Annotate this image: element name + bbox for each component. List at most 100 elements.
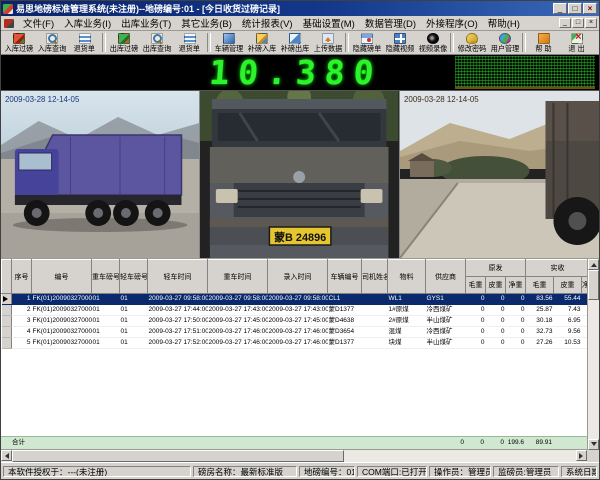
- cell: 2009-03-27 17:45:00: [208, 316, 268, 327]
- cell: 25.87: [526, 305, 554, 316]
- cell: 半山煤矿: [426, 338, 466, 349]
- status-segment-2: 地磅编号：01: [299, 466, 355, 477]
- toolbar-button-hide-ticket[interactable]: 隐藏磅单: [350, 31, 383, 54]
- toolbar-button-weigh-out[interactable]: 出库过磅: [107, 31, 140, 54]
- menu-item-4[interactable]: 统计报表(V): [237, 16, 298, 30]
- cell: 0: [486, 305, 506, 316]
- document-icon: [4, 19, 14, 28]
- scroll-right-button[interactable]: [576, 450, 587, 461]
- total-bar: 合计000199.689.91: [1, 436, 587, 449]
- cell: 7.43: [554, 305, 582, 316]
- horizontal-scroll-thumb[interactable]: [12, 450, 344, 462]
- vertical-scroll-thumb[interactable]: [588, 270, 599, 300]
- menu-item-5[interactable]: 基础设置(M): [298, 16, 360, 30]
- maximize-button[interactable]: □: [568, 3, 582, 14]
- col-orig-gross[interactable]: 毛重: [466, 277, 486, 294]
- toolbar-button-makeup-in[interactable]: 补磅入库: [245, 31, 278, 54]
- toolbar-button-query[interactable]: 出库查询: [140, 31, 173, 54]
- help-icon: [538, 33, 550, 44]
- app-window: 易思地磅标准管理系统(未注册)--地磅编号:01 - [今日收货过磅记录] _ …: [0, 0, 600, 480]
- toolbar-button-weigh-in[interactable]: 入库过磅: [2, 31, 35, 54]
- col-id[interactable]: 编号: [32, 260, 92, 294]
- col-recv-tare[interactable]: 皮重: [554, 277, 582, 294]
- total-cell: [147, 437, 207, 448]
- table-row[interactable]: 1FK(01)2009032700000101012009-03-27 09:5…: [2, 294, 588, 305]
- cell: 2009-03-27 17:51:00: [148, 327, 208, 338]
- total-label: 合计: [11, 437, 31, 448]
- child-close-button[interactable]: ×: [585, 18, 597, 28]
- toolbar-button-return-note[interactable]: 退货单: [173, 31, 206, 54]
- menu-item-3[interactable]: 其它业务(B): [176, 16, 237, 30]
- close-button[interactable]: ×: [583, 3, 597, 14]
- col-heavy-scale[interactable]: 重车磅号: [92, 260, 120, 294]
- child-minimize-button[interactable]: _: [559, 18, 571, 28]
- menu-item-8[interactable]: 帮助(H): [483, 16, 525, 30]
- col-heavy-time[interactable]: 重车时间: [208, 260, 268, 294]
- toolbar-button-label: 退货单: [74, 45, 95, 53]
- table-row[interactable]: 2FK(01)2009032700000201012009-03-27 17:4…: [2, 305, 588, 316]
- toolbar-button-upload[interactable]: 上传数据: [311, 31, 344, 54]
- cell: 6.95: [554, 316, 582, 327]
- table-row[interactable]: 4FK(01)2009032700000401012009-03-27 17:5…: [2, 327, 588, 338]
- cell: 01: [92, 294, 120, 305]
- camera1-timestamp: 2009-03-28 12-14-05: [5, 95, 80, 104]
- toolbar-button-label: 上传数据: [313, 45, 342, 53]
- col-supplier[interactable]: 供应商: [426, 260, 466, 294]
- minimize-button[interactable]: _: [553, 3, 567, 14]
- toolbar-button-query[interactable]: 入库查询: [35, 31, 68, 54]
- col-recv-gross[interactable]: 毛重: [526, 277, 554, 294]
- cell: 0: [506, 305, 526, 316]
- toolbar-button-label: 出库过磅: [109, 45, 138, 53]
- col-orig-net[interactable]: 净重: [506, 277, 526, 294]
- toolbar-separator: [102, 33, 106, 52]
- menu-item-7[interactable]: 外接程序(O): [421, 16, 483, 30]
- col-orig-tare[interactable]: 皮重: [486, 277, 506, 294]
- toolbar-button-video-record[interactable]: 视频录像: [416, 31, 449, 54]
- col-light-scale[interactable]: 轻车磅号: [120, 260, 148, 294]
- toolbar-button-users[interactable]: 用户管理: [488, 31, 521, 54]
- menu-items: 文件(F)入库业务(I)出库业务(T)其它业务(B)统计报表(V)基础设置(M)…: [18, 16, 525, 30]
- toolbar-button-vehicle[interactable]: 车辆管理: [212, 31, 245, 54]
- toolbar-separator: [450, 33, 454, 52]
- total-cell: [1, 437, 11, 448]
- col-entry-time[interactable]: 录入时间: [268, 260, 328, 294]
- password-icon: [466, 33, 478, 44]
- menu-item-1[interactable]: 入库业务(I): [59, 16, 116, 30]
- toolbar-button-exit[interactable]: 退 出: [560, 31, 593, 54]
- table-row[interactable]: 3FK(01)2009032700000301012009-03-27 17:5…: [2, 316, 588, 327]
- scroll-down-button[interactable]: [588, 439, 599, 450]
- toolbar-button-help[interactable]: 帮 助: [527, 31, 560, 54]
- col-vehicle[interactable]: 车辆编号: [328, 260, 362, 294]
- cell: 2009-03-27 17:50:00: [148, 316, 208, 327]
- toolbar-button-hide-video[interactable]: 隐藏视频: [383, 31, 416, 54]
- menu-item-0[interactable]: 文件(F): [18, 16, 59, 30]
- col-material[interactable]: 物料: [388, 260, 426, 294]
- menu-item-2[interactable]: 出库业务(T): [116, 16, 176, 30]
- toolbar-button-return-note[interactable]: 退货单: [68, 31, 101, 54]
- led-dot-matrix-panel: [455, 56, 595, 89]
- hide-ticket-icon: [361, 33, 373, 44]
- child-restore-button[interactable]: □: [572, 18, 584, 28]
- cell: 0: [486, 327, 506, 338]
- cell: 01: [120, 327, 148, 338]
- cell: 0: [486, 316, 506, 327]
- cell: 0: [506, 327, 526, 338]
- col-light-time[interactable]: 轻车时间: [148, 260, 208, 294]
- camera-view-1: 2009-03-28 12-14-05: [1, 91, 200, 258]
- cell: 蒙D1377: [328, 305, 362, 316]
- toolbar-button-makeup-out[interactable]: 补磅出库: [278, 31, 311, 54]
- cell: 0: [466, 327, 486, 338]
- total-cell: [361, 437, 387, 448]
- scroll-left-button[interactable]: [1, 450, 12, 461]
- scroll-up-button[interactable]: [588, 259, 599, 270]
- status-segment-3: COM端口:已打开: [357, 466, 427, 477]
- horizontal-scrollbar[interactable]: [1, 449, 599, 462]
- toolbar-button-password[interactable]: 修改密码: [455, 31, 488, 54]
- col-driver[interactable]: 司机姓名: [362, 260, 388, 294]
- col-seq[interactable]: 序号: [12, 260, 32, 294]
- vertical-scrollbar[interactable]: [587, 259, 599, 450]
- menu-item-6[interactable]: 数据管理(D): [360, 16, 421, 30]
- toolbar-button-label: 修改密码: [457, 45, 486, 53]
- camera-view-2: 蒙B 24896: [200, 91, 399, 258]
- table-row[interactable]: 5FK(01)2009032700000501012009-03-27 17:5…: [2, 338, 588, 349]
